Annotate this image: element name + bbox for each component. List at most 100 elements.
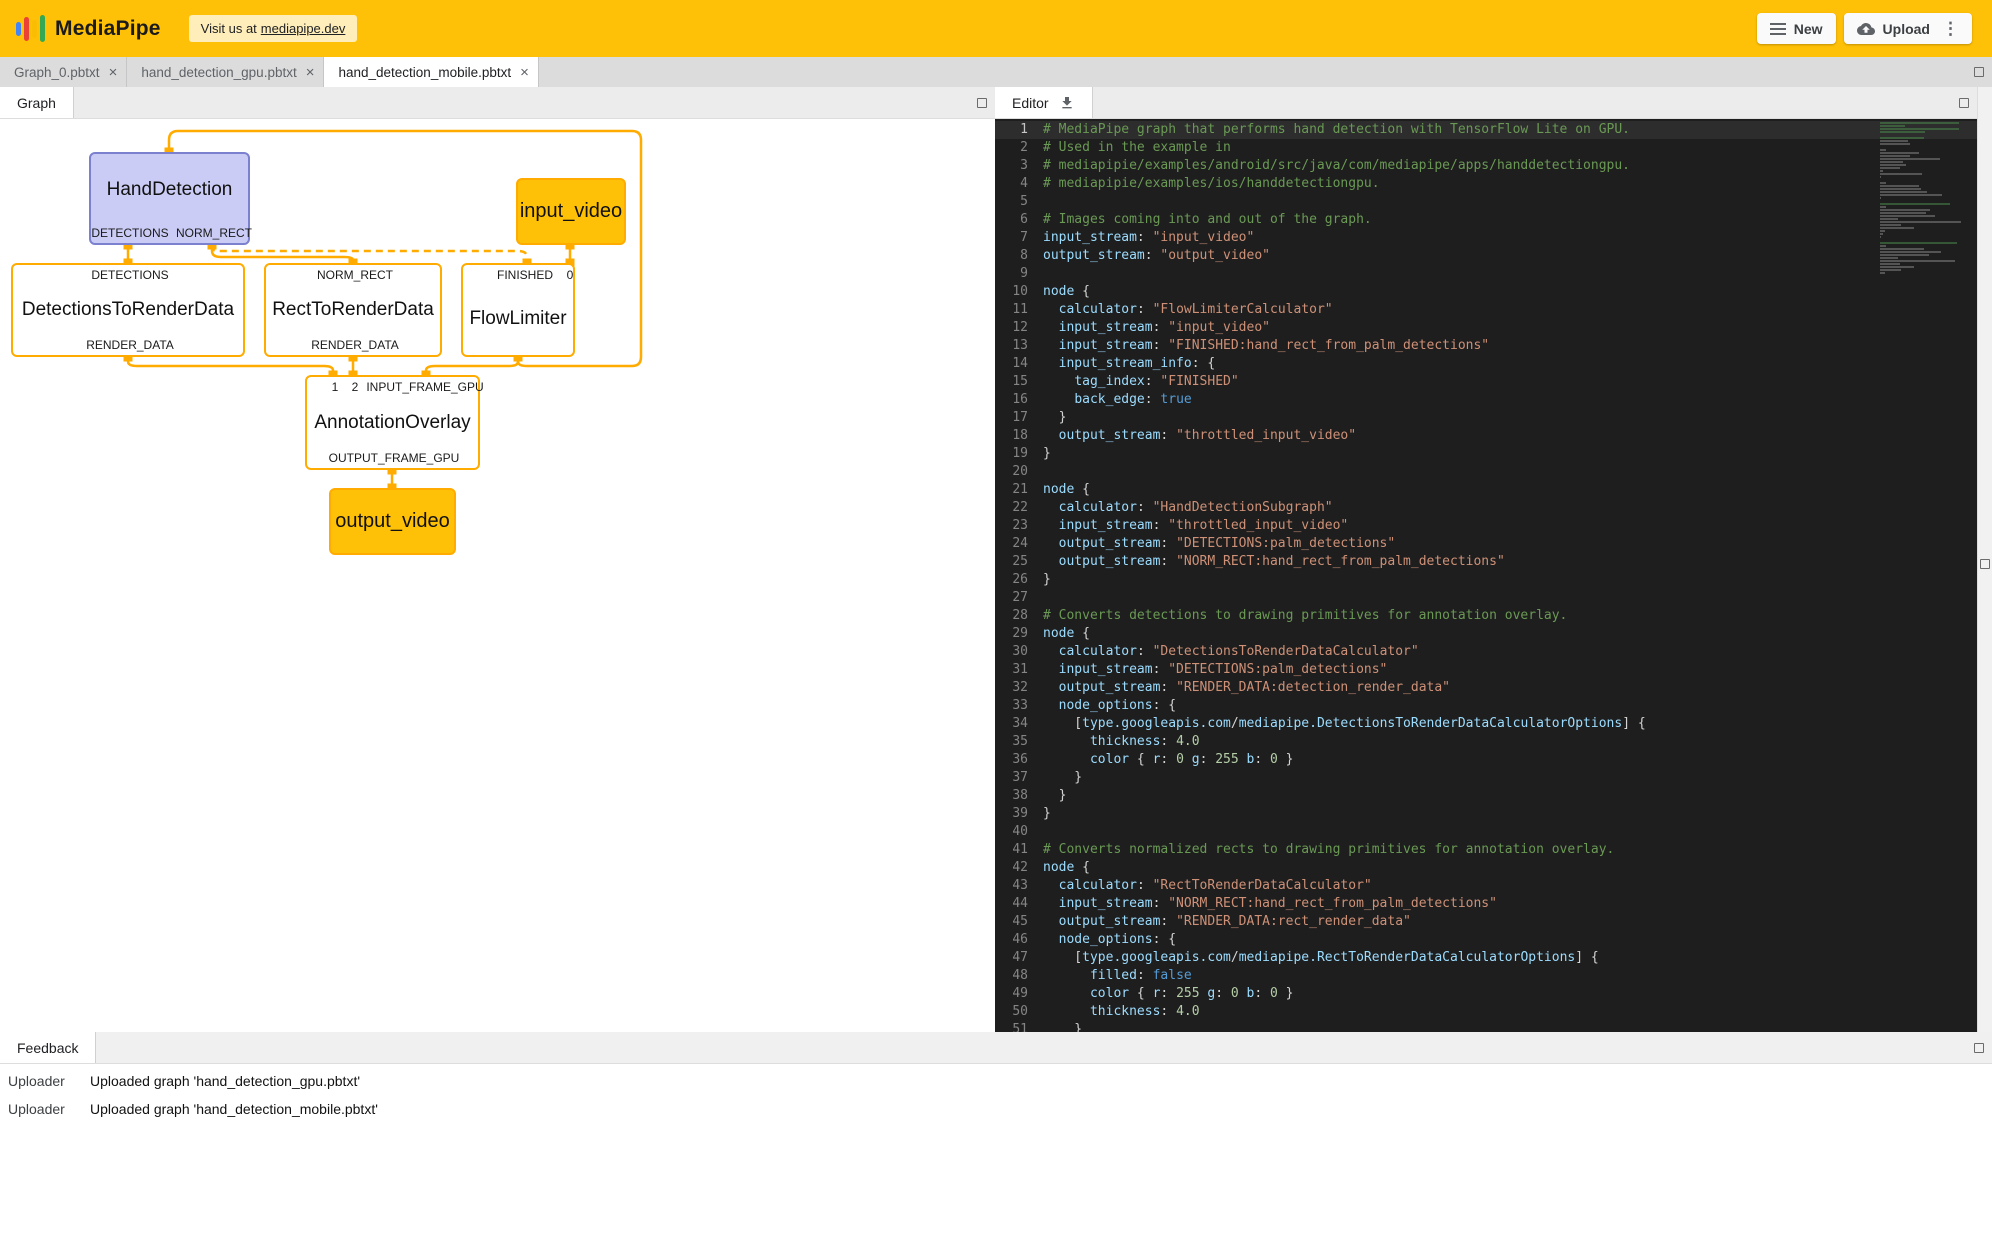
code-line[interactable]: 50 thickness: 4.0 [995, 1003, 1977, 1021]
code-line[interactable]: 1# MediaPipe graph that performs hand de… [995, 121, 1977, 139]
code-line[interactable]: 18 output_stream: "throttled_input_video… [995, 427, 1977, 445]
upload-button[interactable]: Upload ⋮ [1844, 13, 1972, 44]
code-line[interactable]: 23 input_stream: "throttled_input_video" [995, 517, 1977, 535]
code-line[interactable]: 33 node_options: { [995, 697, 1977, 715]
tab-editor[interactable]: Editor [995, 87, 1093, 118]
code-line[interactable]: 48 filled: false [995, 967, 1977, 985]
code-line[interactable]: 5 [995, 193, 1977, 211]
code-text: [type.googleapis.com/mediapipe.Detection… [1043, 715, 1646, 733]
new-button[interactable]: New [1757, 13, 1836, 44]
graph-node-flow-limiter[interactable]: FINISHED0FlowLimiter [461, 263, 575, 357]
file-tab[interactable]: hand_detection_mobile.pbtxt× [324, 57, 538, 87]
code-line[interactable]: 31 input_stream: "DETECTIONS:palm_detect… [995, 661, 1977, 679]
code-line[interactable]: 43 calculator: "RectToRenderDataCalculat… [995, 877, 1977, 895]
code-line[interactable]: 38 } [995, 787, 1977, 805]
graph-node-rect-to-render-data[interactable]: NORM_RECTRectToRenderDataRENDER_DATA [264, 263, 442, 357]
tab-feedback[interactable]: Feedback [0, 1032, 96, 1063]
graph-node-output-video[interactable]: output_video [329, 488, 456, 555]
code-line[interactable]: 20 [995, 463, 1977, 481]
app-title: MediaPipe [55, 17, 161, 41]
code-line[interactable]: 49 color { r: 255 g: 0 b: 0 } [995, 985, 1977, 1003]
code-line[interactable]: 46 node_options: { [995, 931, 1977, 949]
code-line[interactable]: 29node { [995, 625, 1977, 643]
code-line[interactable]: 7input_stream: "input_video" [995, 229, 1977, 247]
code-line[interactable]: 51 } [995, 1021, 1977, 1032]
file-tab[interactable]: Graph_0.pbtxt× [0, 57, 127, 87]
line-number: 36 [995, 751, 1043, 769]
code-line[interactable]: 45 output_stream: "RENDER_DATA:rect_rend… [995, 913, 1977, 931]
code-text: node { [1043, 481, 1090, 499]
graph-canvas[interactable]: HandDetectionDETECTIONSNORM_RECT input_vi… [0, 119, 995, 1032]
code-text: back_edge: true [1043, 391, 1192, 409]
code-line[interactable]: 4# mediapipie/examples/ios/handdetection… [995, 175, 1977, 193]
code-line[interactable]: 21node { [995, 481, 1977, 499]
line-number: 8 [995, 247, 1043, 265]
line-number: 27 [995, 589, 1043, 607]
code-line[interactable]: 28# Converts detections to drawing primi… [995, 607, 1977, 625]
code-line[interactable]: 6# Images coming into and out of the gra… [995, 211, 1977, 229]
code-line[interactable]: 32 output_stream: "RENDER_DATA:detection… [995, 679, 1977, 697]
graph-node-annotation-overlay[interactable]: 12INPUT_FRAME_GPUAnnotationOverlayOUTPUT… [305, 375, 480, 470]
port-label: 0 [567, 268, 574, 282]
editor-minimap[interactable] [1880, 122, 1964, 275]
code-line[interactable]: 17 } [995, 409, 1977, 427]
code-line[interactable]: 19} [995, 445, 1977, 463]
port-row: NORM_RECT [266, 265, 440, 282]
restore-layout-icon[interactable] [1980, 559, 1990, 569]
code-line[interactable]: 44 input_stream: "NORM_RECT:hand_rect_fr… [995, 895, 1977, 913]
download-icon[interactable] [1059, 95, 1075, 111]
visit-link[interactable]: mediapipe.dev [261, 21, 346, 36]
code-line[interactable]: 27 [995, 589, 1977, 607]
code-line[interactable]: 9 [995, 265, 1977, 283]
code-text: input_stream: "input_video" [1043, 319, 1270, 337]
close-tab-icon[interactable]: × [306, 65, 315, 80]
code-line[interactable]: 3# mediapipie/examples/android/src/java/… [995, 157, 1977, 175]
code-line[interactable]: 30 calculator: "DetectionsToRenderDataCa… [995, 643, 1977, 661]
code-line[interactable]: 10node { [995, 283, 1977, 301]
maximize-graph-icon[interactable] [977, 98, 987, 108]
code-line[interactable]: 11 calculator: "FlowLimiterCalculator" [995, 301, 1977, 319]
feedback-source: Uploader [4, 1101, 72, 1117]
code-line[interactable]: 14 input_stream_info: { [995, 355, 1977, 373]
maximize-feedback-icon[interactable] [1974, 1043, 1984, 1053]
code-line[interactable]: 15 tag_index: "FINISHED" [995, 373, 1977, 391]
code-text: node { [1043, 283, 1090, 301]
graph-node-detections-to-render-data[interactable]: DETECTIONSDetectionsToRenderDataRENDER_D… [11, 263, 245, 357]
line-number: 39 [995, 805, 1043, 823]
code-line[interactable]: 40 [995, 823, 1977, 841]
code-text [1043, 265, 1051, 283]
code-line[interactable]: 36 color { r: 0 g: 255 b: 0 } [995, 751, 1977, 769]
code-line[interactable]: 12 input_stream: "input_video" [995, 319, 1977, 337]
code-line[interactable]: 2# Used in the example in [995, 139, 1977, 157]
code-line[interactable]: 42node { [995, 859, 1977, 877]
close-tab-icon[interactable]: × [520, 65, 529, 80]
code-line[interactable]: 22 calculator: "HandDetectionSubgraph" [995, 499, 1977, 517]
close-tab-icon[interactable]: × [109, 65, 118, 80]
code-text: input_stream: "DETECTIONS:palm_detection… [1043, 661, 1387, 679]
code-line[interactable]: 16 back_edge: true [995, 391, 1977, 409]
code-line[interactable]: 13 input_stream: "FINISHED:hand_rect_fro… [995, 337, 1977, 355]
maximize-editor-icon[interactable] [1959, 98, 1969, 108]
port-label: DETECTIONS [91, 226, 168, 240]
code-text: input_stream: "input_video" [1043, 229, 1254, 247]
editor-tab-label: Editor [1012, 95, 1049, 111]
kebab-menu-icon[interactable]: ⋮ [1942, 20, 1959, 37]
code-line[interactable]: 34 [type.googleapis.com/mediapipe.Detect… [995, 715, 1977, 733]
port-row: RENDER_DATA [13, 338, 243, 355]
code-line[interactable]: 24 output_stream: "DETECTIONS:palm_detec… [995, 535, 1977, 553]
code-line[interactable]: 41# Converts normalized rects to drawing… [995, 841, 1977, 859]
code-line[interactable]: 25 output_stream: "NORM_RECT:hand_rect_f… [995, 553, 1977, 571]
line-number: 42 [995, 859, 1043, 877]
tab-graph[interactable]: Graph [0, 87, 74, 118]
code-line[interactable]: 37 } [995, 769, 1977, 787]
file-tab[interactable]: hand_detection_gpu.pbtxt× [127, 57, 324, 87]
code-line[interactable]: 35 thickness: 4.0 [995, 733, 1977, 751]
file-tab-bar: Graph_0.pbtxt×hand_detection_gpu.pbtxt×h… [0, 57, 1992, 87]
code-line[interactable]: 26} [995, 571, 1977, 589]
code-line[interactable]: 8output_stream: "output_video" [995, 247, 1977, 265]
code-line[interactable]: 39} [995, 805, 1977, 823]
graph-node-input-video[interactable]: input_video [516, 178, 626, 245]
maximize-icon[interactable] [1974, 67, 1984, 77]
graph-node-hand-detection[interactable]: HandDetectionDETECTIONSNORM_RECT [89, 152, 250, 245]
code-line[interactable]: 47 [type.googleapis.com/mediapipe.RectTo… [995, 949, 1977, 967]
